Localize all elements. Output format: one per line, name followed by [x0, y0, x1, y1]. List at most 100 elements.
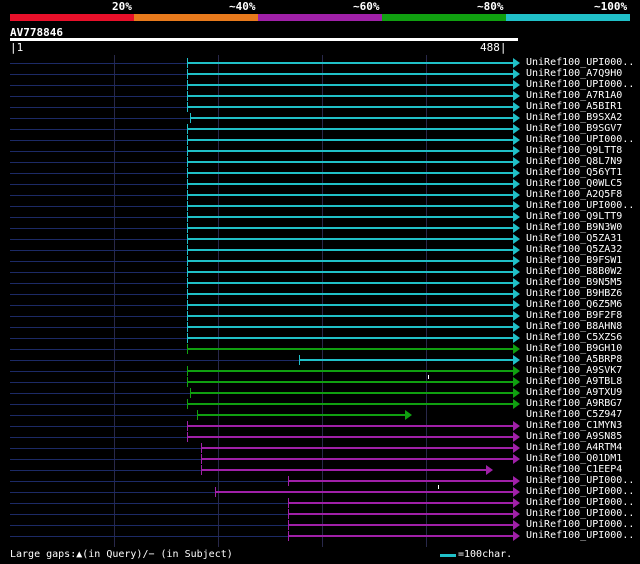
hit-label[interactable]: UniRef100_A7R1A0: [526, 90, 622, 101]
alignment-bar[interactable]: [187, 370, 513, 372]
hit-label[interactable]: UniRef100_B9F2F8: [526, 310, 622, 321]
hit-label[interactable]: UniRef100_Q8L7N9: [526, 156, 622, 167]
hit-label[interactable]: UniRef100_Q01DM1: [526, 453, 622, 464]
arrow-right-icon: [513, 135, 520, 145]
alignment-bar[interactable]: [187, 271, 513, 273]
hit-label[interactable]: UniRef100_UPI000..: [526, 486, 634, 497]
hit-label[interactable]: UniRef100_C5XZS6: [526, 332, 622, 343]
hit-label[interactable]: UniRef100_A9SN85: [526, 431, 622, 442]
alignment-bar[interactable]: [187, 403, 513, 405]
alignment-bar[interactable]: [187, 337, 513, 339]
hit-label[interactable]: UniRef100_B8B0W2: [526, 266, 622, 277]
alignment-bar[interactable]: [187, 84, 513, 86]
alignment-bar[interactable]: [187, 205, 513, 207]
alignment-bar[interactable]: [190, 117, 513, 119]
alignment-bar[interactable]: [187, 326, 513, 328]
hit-label[interactable]: UniRef100_A9RBG7: [526, 398, 622, 409]
alignment-bar[interactable]: [187, 315, 513, 317]
hit-label[interactable]: UniRef100_UPI000..: [526, 519, 634, 530]
hit-label[interactable]: UniRef100_UPI000..: [526, 79, 634, 90]
hit-label[interactable]: UniRef100_A2Q5F8: [526, 189, 622, 200]
alignment-bar[interactable]: [187, 172, 513, 174]
alignment-bar[interactable]: [187, 293, 513, 295]
alignment-bar[interactable]: [187, 436, 513, 438]
hit-label[interactable]: UniRef100_UPI000..: [526, 530, 634, 541]
alignment-bar[interactable]: [187, 150, 513, 152]
hit-label[interactable]: UniRef100_B9HBZ6: [526, 288, 622, 299]
hit-label[interactable]: UniRef100_A5BRP8: [526, 354, 622, 365]
hit-label[interactable]: UniRef100_UPI000..: [526, 475, 634, 486]
arrow-right-icon: [513, 355, 520, 365]
unaligned-segment: [10, 272, 187, 273]
alignment-bar[interactable]: [187, 425, 513, 427]
hit-label[interactable]: UniRef100_A7Q9H0: [526, 68, 622, 79]
arrow-right-icon: [513, 179, 520, 189]
alignment-bar[interactable]: [201, 447, 513, 449]
alignment-bar[interactable]: [187, 381, 513, 383]
alignment-bar[interactable]: [288, 480, 513, 482]
alignment-bar[interactable]: [187, 139, 513, 141]
hit-label[interactable]: UniRef100_Q56YT1: [526, 167, 622, 178]
alignment-bar[interactable]: [187, 282, 513, 284]
alignment-bar[interactable]: [187, 348, 513, 350]
hit-label[interactable]: UniRef100_UPI000..: [526, 57, 634, 68]
alignment-bar[interactable]: [201, 458, 513, 460]
hit-label[interactable]: UniRef100_B9N5M5: [526, 277, 622, 288]
unaligned-segment: [10, 481, 288, 482]
unaligned-segment: [10, 129, 187, 130]
hit-label[interactable]: UniRef100_B9FSW1: [526, 255, 622, 266]
hit-label[interactable]: UniRef100_B9SGV7: [526, 123, 622, 134]
hit-label[interactable]: UniRef100_UPI000..: [526, 508, 634, 519]
alignment-bar[interactable]: [197, 414, 405, 416]
alignment-bar[interactable]: [288, 524, 513, 526]
hit-label[interactable]: UniRef100_Q5ZA32: [526, 244, 622, 255]
hit-label[interactable]: UniRef100_UPI000..: [526, 134, 634, 145]
alignment-bar[interactable]: [187, 238, 513, 240]
hit-label[interactable]: UniRef100_C1EEP4: [526, 464, 622, 475]
hit-label[interactable]: UniRef100_C5Z947: [526, 409, 622, 420]
alignment-bar[interactable]: [288, 535, 513, 537]
hit-label[interactable]: UniRef100_Q9LTT9: [526, 211, 622, 222]
hit-label[interactable]: UniRef100_A9SVK7: [526, 365, 622, 376]
alignment-bar[interactable]: [288, 502, 513, 504]
hit-label[interactable]: UniRef100_Q6Z5M6: [526, 299, 622, 310]
hit-label[interactable]: UniRef100_A9TBL8: [526, 376, 622, 387]
hit-label[interactable]: UniRef100_A9TXU9: [526, 387, 622, 398]
hit-label[interactable]: UniRef100_A4RTM4: [526, 442, 622, 453]
alignment-bar[interactable]: [187, 161, 513, 163]
unaligned-segment: [10, 294, 187, 295]
alignment-start-cap: [187, 201, 188, 211]
hit-label[interactable]: UniRef100_Q5ZA31: [526, 233, 622, 244]
alignment-bar[interactable]: [187, 304, 513, 306]
hit-label[interactable]: UniRef100_B9GH10: [526, 343, 622, 354]
alignment-bar[interactable]: [187, 106, 513, 108]
alignment-bar[interactable]: [187, 216, 513, 218]
alignment-bar[interactable]: [215, 491, 513, 493]
hit-label[interactable]: UniRef100_Q9LTT8: [526, 145, 622, 156]
hit-label[interactable]: UniRef100_B9N3W0: [526, 222, 622, 233]
hit-row[interactable]: UniRef100_UPI000..: [0, 530, 640, 542]
hit-label[interactable]: UniRef100_A5BIR1: [526, 101, 622, 112]
alignment-bar[interactable]: [187, 194, 513, 196]
alignment-bar[interactable]: [201, 469, 486, 471]
hit-label[interactable]: UniRef100_UPI000..: [526, 497, 634, 508]
alignment-bar[interactable]: [187, 260, 513, 262]
hit-label[interactable]: UniRef100_B8AHN8: [526, 321, 622, 332]
alignment-bar[interactable]: [299, 359, 513, 361]
hit-label[interactable]: UniRef100_C1MYN3: [526, 420, 622, 431]
hit-label[interactable]: UniRef100_UPI000..: [526, 200, 634, 211]
alignment-bar[interactable]: [187, 73, 513, 75]
alignment-bar[interactable]: [187, 95, 513, 97]
alignment-bar[interactable]: [190, 392, 513, 394]
alignment-bar[interactable]: [187, 249, 513, 251]
alignment-start-cap: [187, 124, 188, 134]
alignment-bar[interactable]: [187, 227, 513, 229]
hit-label[interactable]: UniRef100_B9SXA2: [526, 112, 622, 123]
alignment-bar[interactable]: [187, 128, 513, 130]
alignment-bar[interactable]: [288, 513, 513, 515]
alignment-bar[interactable]: [187, 183, 513, 185]
unaligned-segment: [10, 514, 288, 515]
hit-label[interactable]: UniRef100_Q0WLC5: [526, 178, 622, 189]
alignment-bar[interactable]: [187, 62, 513, 64]
arrow-right-icon: [513, 69, 520, 79]
